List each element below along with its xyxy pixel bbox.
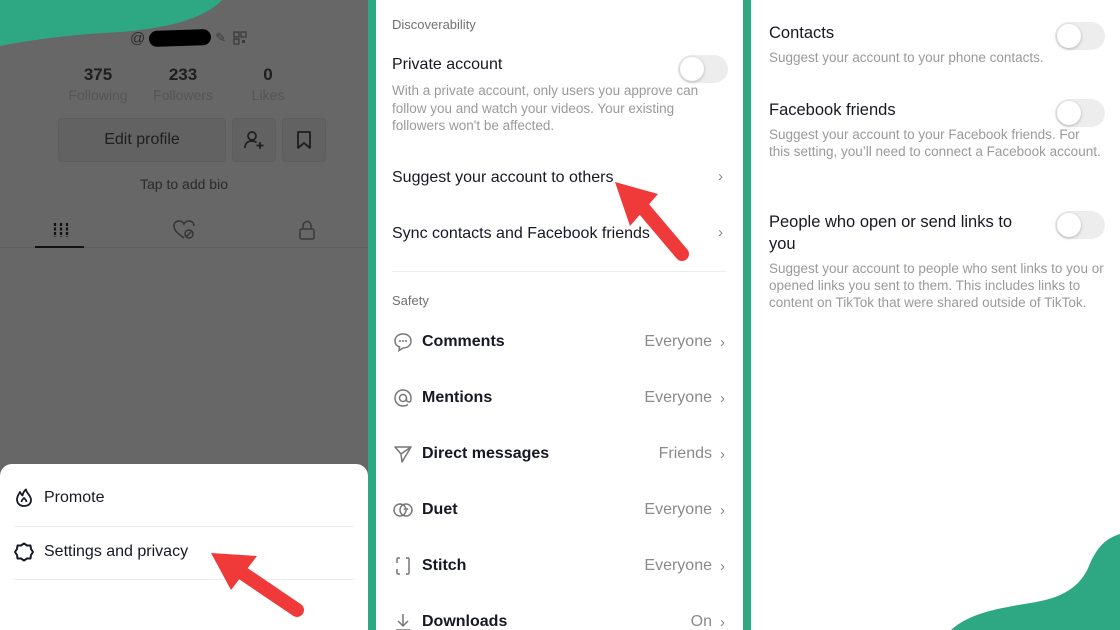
suggest-account-label: Suggest your account to others xyxy=(392,169,614,186)
contacts-toggle[interactable] xyxy=(1055,22,1105,50)
menu-divider xyxy=(14,579,354,580)
hidden-heart-icon xyxy=(173,219,195,239)
safety-row-label: Downloads xyxy=(422,613,508,630)
lock-icon xyxy=(298,220,315,240)
stitch-icon xyxy=(392,555,414,577)
tab-private[interactable] xyxy=(245,212,368,247)
stat-label: Followers xyxy=(153,87,213,103)
comment-icon xyxy=(392,331,414,353)
safety-row-label: Comments xyxy=(422,333,505,350)
at-icon xyxy=(392,387,414,409)
privacy-settings-panel: Discoverability Private account With a p… xyxy=(376,0,743,630)
handle-at-sign: @ xyxy=(130,29,146,47)
facebook-friends-title: Facebook friends xyxy=(769,101,896,119)
safety-row-comments[interactable]: Comments Everyone › xyxy=(392,327,730,357)
tab-liked[interactable] xyxy=(123,212,246,247)
stat-followers[interactable]: 233 Followers xyxy=(143,64,223,104)
duet-icon xyxy=(392,499,414,521)
profile-stats: 375 Following 233 Followers 0 Likes xyxy=(58,64,308,104)
chevron-right-icon: › xyxy=(720,389,725,407)
add-friend-button[interactable] xyxy=(232,118,276,162)
stat-value: 375 xyxy=(83,65,113,84)
suggest-account-row[interactable]: Suggest your account to others › xyxy=(376,160,743,198)
profile-menu-sheet: Promote Settings and privacy xyxy=(0,464,368,630)
safety-row-label: Duet xyxy=(422,501,458,518)
toggle-knob xyxy=(1057,101,1081,125)
send-icon xyxy=(392,443,414,465)
redacted-username xyxy=(148,28,212,48)
stat-value: 233 xyxy=(168,65,198,84)
stat-label: Following xyxy=(68,87,128,103)
toggle-knob xyxy=(1057,213,1081,237)
safety-row-value: Everyone xyxy=(644,333,712,350)
contacts-title: Contacts xyxy=(769,24,835,42)
chevron-right-icon: › xyxy=(718,168,723,185)
links-title: People who open or send links to you xyxy=(769,213,1013,253)
add-user-icon xyxy=(244,131,264,149)
bio-placeholder[interactable]: Tap to add bio xyxy=(0,176,368,192)
section-title-discoverability: Discoverability xyxy=(392,17,476,32)
menu-item-label: Settings and privacy xyxy=(44,543,189,560)
safety-row-mentions[interactable]: Mentions Everyone › xyxy=(392,383,730,413)
suggest-account-panel: Contacts Suggest your account to your ph… xyxy=(751,0,1120,630)
decorative-teal-blob-bottom xyxy=(951,534,1120,630)
safety-row-downloads[interactable]: Downloads On › xyxy=(392,607,730,630)
chevron-right-icon: › xyxy=(720,445,725,463)
chevron-right-icon: › xyxy=(720,501,725,519)
profile-panel: @ ✎ 375 Following 233 Followers 0 Likes … xyxy=(0,0,368,630)
toggle-knob xyxy=(680,57,704,81)
edit-pencil-icon[interactable]: ✎ xyxy=(215,31,229,45)
facebook-friends-toggle[interactable] xyxy=(1055,99,1105,127)
contacts-description: Suggest your account to your phone conta… xyxy=(769,50,1044,65)
safety-row-duet[interactable]: Duet Everyone › xyxy=(392,495,730,525)
safety-row-stitch[interactable]: Stitch Everyone › xyxy=(392,551,730,581)
safety-row-value: On xyxy=(690,613,712,630)
safety-row-value: Everyone xyxy=(644,389,712,406)
safety-row-value: Everyone xyxy=(644,557,712,574)
private-account-description: With a private account, only users you a… xyxy=(392,83,699,133)
profile-actions: Edit profile xyxy=(58,118,326,162)
safety-row-label: Direct messages xyxy=(422,445,550,462)
tab-videos[interactable] xyxy=(0,212,123,248)
links-description: Suggest your account to people who sent … xyxy=(769,261,1104,310)
gear-icon xyxy=(14,542,34,562)
section-title-safety: Safety xyxy=(392,293,429,308)
safety-row-label: Mentions xyxy=(422,389,493,406)
menu-item-promote[interactable]: Promote xyxy=(14,471,354,525)
favorites-button[interactable] xyxy=(282,118,326,162)
safety-row-value: Friends xyxy=(658,445,712,462)
edit-profile-button[interactable]: Edit profile xyxy=(58,118,226,162)
section-divider xyxy=(392,271,726,272)
stat-following[interactable]: 375 Following xyxy=(58,64,138,104)
safety-row-value: Everyone xyxy=(644,501,712,518)
stat-likes[interactable]: 0 Likes xyxy=(228,64,308,104)
download-icon xyxy=(392,611,414,630)
chevron-right-icon: › xyxy=(718,224,723,241)
safety-row-direct-messages[interactable]: Direct messages Friends › xyxy=(392,439,730,469)
chevron-right-icon: › xyxy=(720,333,725,351)
toggle-knob xyxy=(1057,24,1081,48)
private-account-title: Private account xyxy=(392,56,503,73)
qr-code-icon[interactable] xyxy=(233,31,247,45)
stat-value: 0 xyxy=(263,65,273,84)
menu-item-label: Promote xyxy=(44,489,105,506)
flame-icon xyxy=(14,488,34,508)
sync-contacts-row[interactable]: Sync contacts and Facebook friends › xyxy=(376,216,743,254)
chevron-right-icon: › xyxy=(720,557,725,575)
grid-lines-icon xyxy=(54,222,69,237)
facebook-friends-description: Suggest your account to your Facebook fr… xyxy=(769,127,1101,159)
private-account-toggle[interactable] xyxy=(678,55,728,83)
safety-row-label: Stitch xyxy=(422,557,467,574)
links-toggle[interactable] xyxy=(1055,211,1105,239)
username-row: @ ✎ xyxy=(130,27,247,49)
menu-item-settings-and-privacy[interactable]: Settings and privacy xyxy=(14,525,354,579)
bookmark-icon xyxy=(297,131,311,149)
sync-contacts-label: Sync contacts and Facebook friends xyxy=(392,225,650,242)
chevron-right-icon: › xyxy=(720,613,725,630)
stat-label: Likes xyxy=(251,87,285,103)
profile-tabs xyxy=(0,212,368,248)
